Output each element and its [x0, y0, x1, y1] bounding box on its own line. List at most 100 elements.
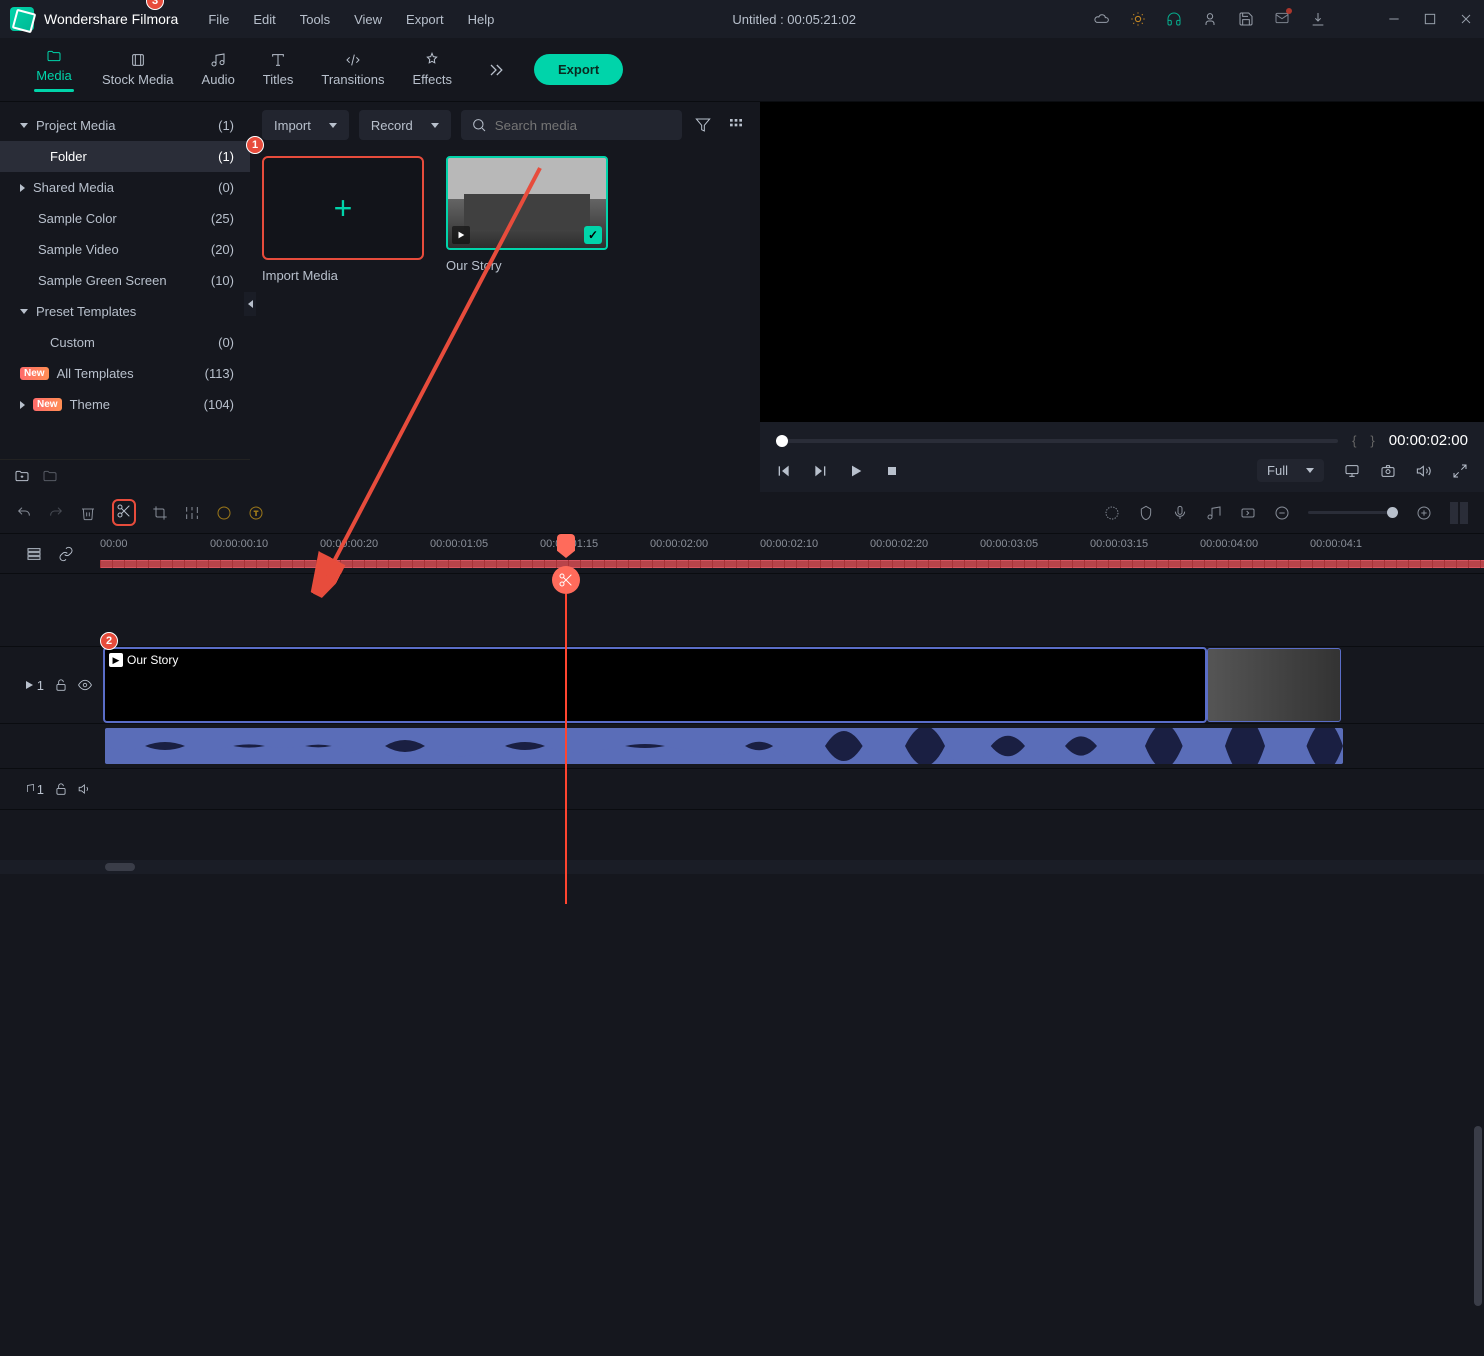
menu-file[interactable]: File	[208, 12, 229, 27]
zoom-in-icon[interactable]	[1416, 505, 1432, 521]
link-icon[interactable]	[58, 546, 74, 562]
more-icon[interactable]	[486, 60, 506, 80]
render-icon[interactable]	[1104, 505, 1120, 521]
keyframe-icon[interactable]	[1240, 505, 1256, 521]
volume-icon[interactable]	[1416, 463, 1432, 479]
color-icon[interactable]	[216, 505, 232, 521]
menu-edit[interactable]: Edit	[253, 12, 275, 27]
zoom-out-icon[interactable]	[1274, 505, 1290, 521]
timeline: T 3 00:0000:00:00:1000:00:00:2000:00:01:…	[0, 492, 1484, 874]
collapse-handle[interactable]	[244, 292, 256, 316]
quality-dropdown[interactable]: Full	[1257, 459, 1324, 482]
tab-effects[interactable]: Effects	[398, 52, 466, 87]
sidebar-item-custom[interactable]: Custom(0)	[0, 327, 250, 358]
lock-icon[interactable]	[54, 782, 68, 796]
sidebar-item-theme[interactable]: NewTheme(104)	[0, 389, 250, 420]
folder-icon[interactable]	[42, 468, 58, 484]
effects-icon	[424, 52, 440, 68]
track-spacer-bottom	[0, 810, 1484, 860]
headphones-icon[interactable]	[1166, 11, 1182, 27]
main-menu: File Edit Tools View Export Help	[208, 12, 494, 27]
sidebar-item-sample-color[interactable]: Sample Color(25)	[0, 203, 250, 234]
split-tool-active[interactable]	[112, 499, 136, 526]
scrollbar-horizontal[interactable]	[0, 860, 1484, 874]
video-clip[interactable]: ▶Our Story	[105, 649, 1205, 721]
menu-help[interactable]: Help	[468, 12, 495, 27]
audio-wave-row	[0, 724, 1484, 769]
speaker-icon[interactable]	[78, 782, 92, 796]
tab-audio[interactable]: Audio	[188, 52, 249, 87]
video-clip-extension[interactable]	[1208, 649, 1340, 721]
new-folder-icon[interactable]	[14, 468, 30, 484]
cloud-icon[interactable]	[1094, 11, 1110, 27]
menu-export[interactable]: Export	[406, 12, 444, 27]
voiceover-icon[interactable]	[1172, 505, 1188, 521]
stop-icon[interactable]	[884, 463, 900, 479]
step-back-icon[interactable]	[812, 463, 828, 479]
play-overlay-icon	[452, 226, 470, 244]
scrollbar-vertical[interactable]	[1474, 1116, 1482, 1356]
download-icon[interactable]	[1310, 11, 1326, 27]
track-number: 1	[37, 782, 44, 797]
split-screen-icon[interactable]	[1450, 502, 1468, 524]
sidebar-item-folder[interactable]: Folder(1)	[0, 141, 250, 172]
chevron-right-icon	[20, 401, 25, 409]
sidebar-item-all-templates[interactable]: NewAll Templates(113)	[0, 358, 250, 389]
sidebar-item-project-media[interactable]: Project Media(1)	[0, 110, 250, 141]
eye-icon[interactable]	[78, 678, 92, 692]
close-icon[interactable]	[1458, 11, 1474, 27]
play-icon[interactable]	[848, 463, 864, 479]
mail-icon-wrapper[interactable]	[1274, 10, 1290, 29]
audio-waveform[interactable]	[105, 728, 1343, 764]
filter-icon[interactable]	[692, 110, 715, 140]
preview-screen[interactable]	[760, 102, 1484, 422]
crop-icon[interactable]	[152, 505, 168, 521]
sidebar-item-preset-templates[interactable]: Preset Templates	[0, 296, 250, 327]
snapshot-icon[interactable]	[1380, 463, 1396, 479]
menu-tools[interactable]: Tools	[300, 12, 330, 27]
tab-stock-media[interactable]: Stock Media	[88, 52, 188, 87]
lock-icon[interactable]	[54, 678, 68, 692]
minimize-icon[interactable]	[1386, 11, 1402, 27]
tab-transitions[interactable]: Transitions	[307, 52, 398, 87]
record-dropdown[interactable]: Record	[359, 110, 451, 140]
search-input[interactable]	[495, 118, 672, 133]
fullscreen-icon[interactable]	[1452, 463, 1468, 479]
sidebar-item-sample-video[interactable]: Sample Video(20)	[0, 234, 250, 265]
sidebar-item-shared-media[interactable]: Shared Media(0)	[0, 172, 250, 203]
ruler-tick: 00:00:02:10	[760, 538, 818, 550]
menu-view[interactable]: View	[354, 12, 382, 27]
tab-media[interactable]: Media	[20, 48, 88, 92]
user-icon[interactable]	[1202, 11, 1218, 27]
audio-mixer-icon[interactable]	[1206, 505, 1222, 521]
delete-icon[interactable]	[80, 505, 96, 521]
adjust-icon[interactable]	[184, 505, 200, 521]
sidebar-count: (1)	[218, 149, 234, 164]
monitor-icon[interactable]	[1344, 463, 1360, 479]
search-icon	[471, 117, 487, 133]
track-number: 1	[37, 678, 44, 693]
tab-titles[interactable]: Titles	[249, 52, 308, 87]
mark-out-icon[interactable]: }	[1370, 433, 1374, 448]
export-button[interactable]: Export	[534, 54, 623, 85]
track-manager-icon[interactable]	[26, 546, 42, 562]
chevron-down-icon	[1306, 468, 1314, 473]
maximize-icon[interactable]	[1422, 11, 1438, 27]
sidebar-item-sample-green[interactable]: Sample Green Screen(10)	[0, 265, 250, 296]
redo-icon[interactable]	[48, 505, 64, 521]
import-dropdown[interactable]: Import	[262, 110, 349, 140]
zoom-slider[interactable]	[1308, 511, 1398, 514]
clip-card[interactable]: ✓ Our Story	[446, 156, 608, 283]
marker-icon[interactable]	[1138, 505, 1154, 521]
mark-in-icon[interactable]: {	[1352, 433, 1356, 448]
save-icon[interactable]	[1238, 11, 1254, 27]
timeline-ruler[interactable]: 00:0000:00:00:1000:00:00:2000:00:01:0500…	[0, 534, 1484, 574]
sun-icon[interactable]	[1130, 11, 1146, 27]
progress-slider[interactable]	[776, 439, 1338, 443]
prev-frame-icon[interactable]	[776, 463, 792, 479]
ruler-tick: 00:00:02:00	[650, 538, 708, 550]
grid-view-icon[interactable]	[725, 110, 748, 140]
undo-icon[interactable]	[16, 505, 32, 521]
text-tool-icon[interactable]: T	[248, 505, 264, 521]
import-media-card[interactable]: + Import Media	[262, 156, 424, 283]
